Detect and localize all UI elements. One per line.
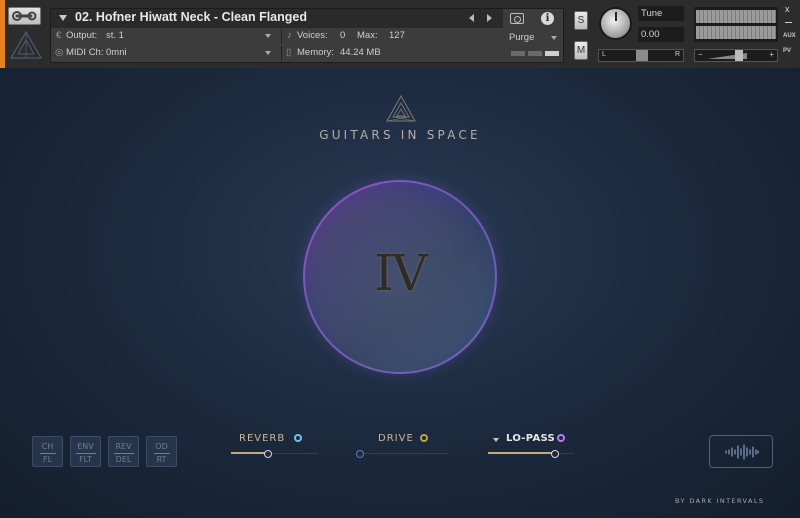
drive-toggle[interactable] bbox=[420, 434, 428, 442]
volume-minus-label: − bbox=[698, 50, 703, 59]
pan-right-label: R bbox=[674, 51, 680, 58]
mode-button-line2: FLT bbox=[75, 453, 96, 465]
midi-icon: ◎ bbox=[55, 47, 64, 58]
credit-text: BY DARK INTERVALS bbox=[675, 497, 765, 505]
drive-slider-handle[interactable] bbox=[356, 450, 364, 458]
voices-label: Voices: bbox=[297, 30, 328, 41]
divider bbox=[281, 46, 282, 61]
purge-button[interactable]: Purge bbox=[509, 32, 534, 47]
wrench-icon bbox=[12, 11, 37, 21]
info-icon[interactable]: i bbox=[541, 12, 554, 25]
edit-instrument-button[interactable] bbox=[8, 7, 41, 25]
orb-numeral: IV bbox=[374, 244, 428, 302]
previous-instrument-arrow-icon[interactable] bbox=[469, 14, 474, 22]
volume-handle[interactable] bbox=[735, 50, 743, 61]
mode-button-line1: ENV bbox=[77, 442, 94, 451]
voices-icon: ♪ bbox=[287, 30, 292, 41]
volume-orb[interactable]: IV bbox=[303, 180, 497, 374]
memory-value: 44.24 MB bbox=[340, 47, 381, 58]
lo-pass-toggle[interactable] bbox=[557, 434, 565, 442]
mode-button-ch-fl[interactable]: CH FL bbox=[32, 436, 63, 467]
volume-plus-label: + bbox=[769, 50, 774, 59]
mode-button-line2: FL bbox=[39, 453, 56, 465]
mode-button-line1: REV bbox=[115, 442, 132, 451]
purge-meter bbox=[528, 51, 542, 56]
minimize-instrument-button[interactable] bbox=[785, 22, 792, 23]
instrument-logo-icon bbox=[9, 30, 43, 59]
mode-button-od-rt[interactable]: OD RT bbox=[146, 436, 177, 467]
mode-button-line2: DEL bbox=[113, 453, 134, 465]
output-row: € Output: st. 1 ♪ Voices: 0 Max: 127 bbox=[51, 29, 503, 44]
reverb-toggle[interactable] bbox=[294, 434, 302, 442]
waveform-icon bbox=[725, 444, 759, 460]
next-instrument-arrow-icon[interactable] bbox=[487, 14, 492, 22]
purge-dropdown-icon[interactable] bbox=[551, 36, 557, 40]
level-meter-right bbox=[696, 26, 776, 39]
max-voices-value[interactable]: 127 bbox=[389, 30, 405, 41]
drive-slider-track[interactable] bbox=[360, 453, 449, 454]
purge-meter bbox=[545, 51, 559, 56]
output-icon: € bbox=[56, 30, 62, 41]
brand-name: GUITARS IN SPACE bbox=[319, 128, 481, 142]
collapse-arrow-icon[interactable] bbox=[59, 15, 67, 21]
voices-value: 0 bbox=[340, 30, 346, 41]
close-instrument-button[interactable]: x bbox=[785, 4, 790, 14]
midi-channel-selector[interactable]: 0mni bbox=[106, 47, 127, 58]
max-label: Max: bbox=[357, 30, 378, 41]
divider bbox=[281, 29, 282, 44]
orange-strip bbox=[0, 0, 5, 68]
output-dropdown-icon[interactable] bbox=[265, 34, 271, 38]
mode-button-env-flt[interactable]: ENV FLT bbox=[70, 436, 101, 467]
drive-label: DRIVE bbox=[378, 433, 414, 444]
lo-pass-slider-fill bbox=[488, 452, 556, 454]
midi-row: ◎ MIDI Ch: 0mni ▯ Memory: 44.24 MB bbox=[51, 46, 503, 61]
instrument-panel: 02. Hofner Hiwatt Neck - Clean Flanged i… bbox=[50, 8, 564, 63]
solo-button[interactable]: S bbox=[574, 11, 588, 30]
memory-label: Memory: bbox=[297, 47, 334, 58]
output-selector[interactable]: st. 1 bbox=[106, 30, 124, 41]
mode-button-line1: CH bbox=[41, 442, 54, 451]
lo-pass-selector[interactable]: LO-PASS bbox=[506, 433, 555, 444]
mode-button-rev-del[interactable]: REV DEL bbox=[108, 436, 139, 467]
mute-button[interactable]: M bbox=[574, 41, 588, 60]
mode-button-line1: OD bbox=[155, 442, 168, 451]
tune-knob[interactable] bbox=[599, 7, 632, 40]
instrument-title-bar[interactable]: 02. Hofner Hiwatt Neck - Clean Flanged bbox=[51, 9, 503, 28]
triangle-logo-icon bbox=[386, 95, 416, 122]
instrument-title[interactable]: 02. Hofner Hiwatt Neck - Clean Flanged bbox=[75, 10, 307, 24]
aux-button[interactable]: AUX bbox=[783, 33, 796, 39]
mode-button-line2: RT bbox=[153, 453, 170, 465]
pan-slider[interactable]: L R bbox=[598, 49, 684, 62]
kontakt-window: 02. Hofner Hiwatt Neck - Clean Flanged i… bbox=[0, 0, 800, 518]
midi-dropdown-icon[interactable] bbox=[265, 51, 271, 55]
camera-icon[interactable] bbox=[510, 13, 524, 24]
pv-button[interactable]: PV bbox=[783, 48, 791, 54]
reverb-label: REVERB bbox=[239, 433, 286, 444]
level-meter-left bbox=[696, 10, 776, 23]
tune-label: Tune bbox=[638, 6, 684, 21]
kontakt-header: 02. Hofner Hiwatt Neck - Clean Flanged i… bbox=[0, 0, 800, 68]
lo-pass-dropdown-icon[interactable] bbox=[493, 438, 499, 442]
output-label: Output: bbox=[66, 30, 98, 41]
pan-handle[interactable] bbox=[636, 50, 648, 61]
purge-section: Purge bbox=[505, 29, 563, 62]
output-level-meter bbox=[694, 7, 778, 42]
volume-slider[interactable]: − + bbox=[694, 49, 778, 62]
waveform-button[interactable] bbox=[709, 435, 773, 468]
purge-meter bbox=[511, 51, 525, 56]
memory-icon: ▯ bbox=[286, 47, 292, 58]
tune-value[interactable]: 0.00 bbox=[638, 27, 684, 42]
midi-label: MIDI Ch: bbox=[66, 47, 104, 58]
pan-left-label: L bbox=[602, 51, 606, 58]
reverb-slider-fill bbox=[231, 452, 269, 454]
